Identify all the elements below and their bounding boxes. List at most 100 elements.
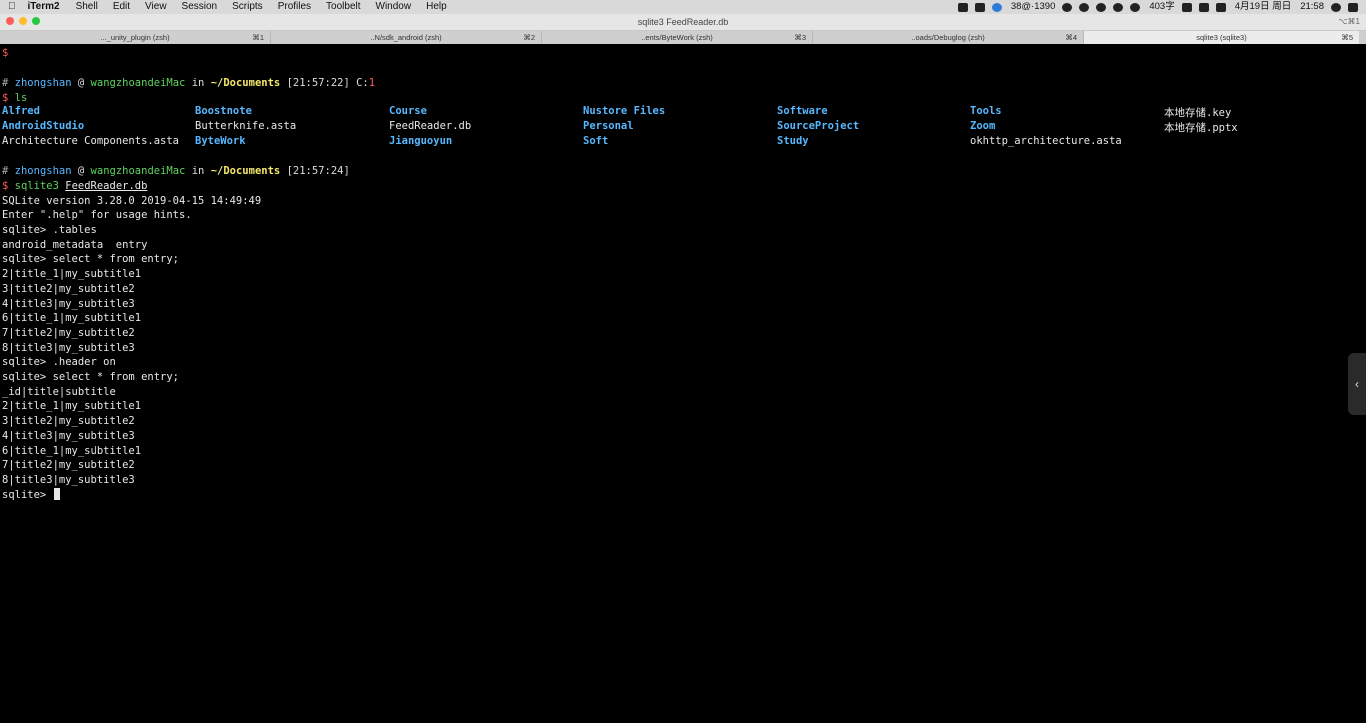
ls-item: okhttp_architecture.asta [970,134,1122,147]
menu-session[interactable]: Session [182,0,218,14]
zoom-window-button[interactable] [32,17,40,25]
spotlight-search-icon[interactable] [1331,2,1341,12]
screen-record-icon[interactable] [974,2,985,12]
output-line: sqlite> .header on [2,356,116,369]
tab-shortcut: ⌘3 [794,33,806,42]
status-blue-icon[interactable] [991,2,1002,12]
wechat-icon[interactable] [1062,2,1073,12]
output-line: 6|title_1|my_subtitle1 [2,312,142,325]
window-title: sqlite3 FeedReader.db [637,17,729,27]
sqlite-prompt: sqlite> [2,488,53,501]
output-line: Enter ".help" for usage hints. [2,209,192,222]
ls-item: Tools [970,105,1002,118]
window-shortcut: ⌥⌘1 [1338,17,1360,26]
menu-shell[interactable]: Shell [76,0,98,14]
ls-item: 本地存储.pptx [1164,122,1238,135]
ls-item: Soft [583,134,609,147]
menu-profiles[interactable]: Profiles [278,0,311,14]
toolbelt-toggle-chevron-icon[interactable]: ‹ [1348,353,1366,415]
tab-shortcut: ⌘5 [1341,33,1353,42]
output-line: 7|title2|my_subtitle2 [2,326,135,339]
apple-menu-icon[interactable]:  [8,0,16,14]
tab-label: ..oads/Debuglog (zsh) [911,33,985,42]
ls-item: AndroidStudio [2,120,85,133]
date-status[interactable]: 4月19日 周日 [1235,0,1292,14]
ls-item: Personal [583,120,634,133]
zsh-prompt-1: # zhongshan @ wangzhoandeiMac in ~/Docum… [2,77,376,89]
tab-1[interactable]: ..._unity_plugin (zsh) ⌘1 [0,31,271,44]
tab-shortcut: ⌘2 [523,33,535,42]
ls-item: FeedReader.db [389,120,472,133]
current-prompt-line[interactable]: sqlite> [2,487,60,503]
output-line: android_metadata entry [2,238,148,251]
output-line: sqlite> .tables [2,224,97,236]
output-line: 8|title3|my_subtitle3 [2,473,135,486]
word-count-status[interactable]: 403字 [1149,0,1174,14]
tab-shortcut: ⌘4 [1065,33,1077,42]
output-line: 3|title2|my_subtitle2 [2,415,135,428]
command-sqlite3: $ sqlite3 FeedReader.db [2,179,148,192]
ls-item: Jianguoyun [389,134,453,147]
ls-item: Nustore Files [583,105,666,118]
menu-help[interactable]: Help [426,0,447,14]
status-pen-icon[interactable] [1096,2,1107,12]
status-cloud-icon[interactable] [1113,2,1124,12]
airplay-icon[interactable] [1215,2,1226,12]
tab-bar: ..._unity_plugin (zsh) ⌘1 ..N/sdk_androi… [0,31,1366,44]
tab-3[interactable]: ..ents/ByteWork (zsh) ⌘3 [542,31,813,44]
output-line: _id|title|subtitle [2,385,116,398]
ls-item: Software [777,105,828,118]
output-line: 8|title3|my_subtitle3 [2,341,135,354]
tab-label: ..N/sdk_android (zsh) [370,33,442,42]
command-ls: $ ls [2,91,28,104]
ls-item: Butterknife.asta [195,120,297,133]
output-line: 7|title2|my_subtitle2 [2,459,135,472]
weather-status[interactable]: 38@·1390 [1011,0,1056,14]
menu-app-name[interactable]: iTerm2 [28,0,60,14]
status-hand-icon[interactable] [1130,2,1141,12]
tab-shortcut: ⌘1 [252,33,264,42]
output-line: sqlite> select * from entry; [2,253,180,266]
ls-item: SourceProject [777,120,860,133]
ls-item: Study [777,134,809,147]
terminal-view[interactable]: $ # zhongshan @ wangzhoandeiMac in ~/Doc… [2,44,1362,723]
menu-view[interactable]: View [145,0,167,14]
window-title-bar: sqlite3 FeedReader.db ⌥⌘1 [0,14,1366,31]
menu-toolbelt[interactable]: Toolbelt [326,0,360,14]
input-method-icon[interactable] [1181,2,1192,12]
status-app-icon[interactable] [957,2,968,12]
output-line: 6|title_1|my_subtitle1 [2,444,142,457]
ls-item: 本地存储.key [1164,107,1232,120]
wifi-icon[interactable] [1198,2,1209,12]
tab-label: ..ents/ByteWork (zsh) [641,33,713,42]
output-line: 2|title_1|my_subtitle1 [2,268,142,281]
notification-center-icon[interactable] [1348,2,1358,12]
clock[interactable]: 21:58 [1300,0,1324,14]
menu-bar:  iTerm2 Shell Edit View Session Scripts… [0,0,1366,14]
tab-2[interactable]: ..N/sdk_android (zsh) ⌘2 [271,31,542,44]
ls-item: Course [389,105,427,118]
menu-edit[interactable]: Edit [113,0,130,14]
close-window-button[interactable] [6,17,14,25]
tab-label: sqlite3 (sqlite3) [1196,33,1247,42]
ls-item: Boostnote [195,105,252,118]
first-prompt: $ [2,47,9,59]
status-face-icon[interactable] [1079,2,1090,12]
output-line: 2|title_1|my_subtitle1 [2,400,142,413]
tab-5-active[interactable]: sqlite3 (sqlite3) ⌘5 [1084,31,1359,44]
tab-label: ..._unity_plugin (zsh) [100,33,170,42]
ls-item: Alfred [2,105,40,118]
minimize-window-button[interactable] [19,17,27,25]
zsh-prompt-2: # zhongshan @ wangzhoandeiMac in ~/Docum… [2,165,350,178]
menu-window[interactable]: Window [376,0,412,14]
text-cursor [53,487,60,500]
output-line: SQLite version 3.28.0 2019-04-15 14:49:4… [2,194,262,207]
output-line: 3|title2|my_subtitle2 [2,282,135,295]
ls-item: ByteWork [195,134,246,147]
tab-4[interactable]: ..oads/Debuglog (zsh) ⌘4 [813,31,1084,44]
output-line: 4|title3|my_subtitle3 [2,429,135,442]
ls-item: Architecture Components.asta [2,134,180,147]
output-line: 4|title3|my_subtitle3 [2,297,135,310]
menu-scripts[interactable]: Scripts [232,0,263,14]
ibeam-pointer-icon [95,446,96,454]
